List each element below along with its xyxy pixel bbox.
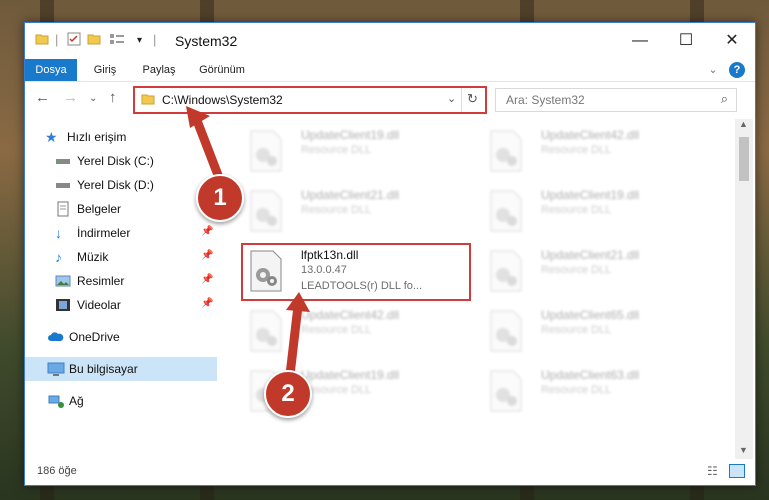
annotation-arrows xyxy=(186,106,310,380)
step-callout-2: 2 xyxy=(264,370,312,418)
step-callout-1: 1 xyxy=(196,174,244,222)
